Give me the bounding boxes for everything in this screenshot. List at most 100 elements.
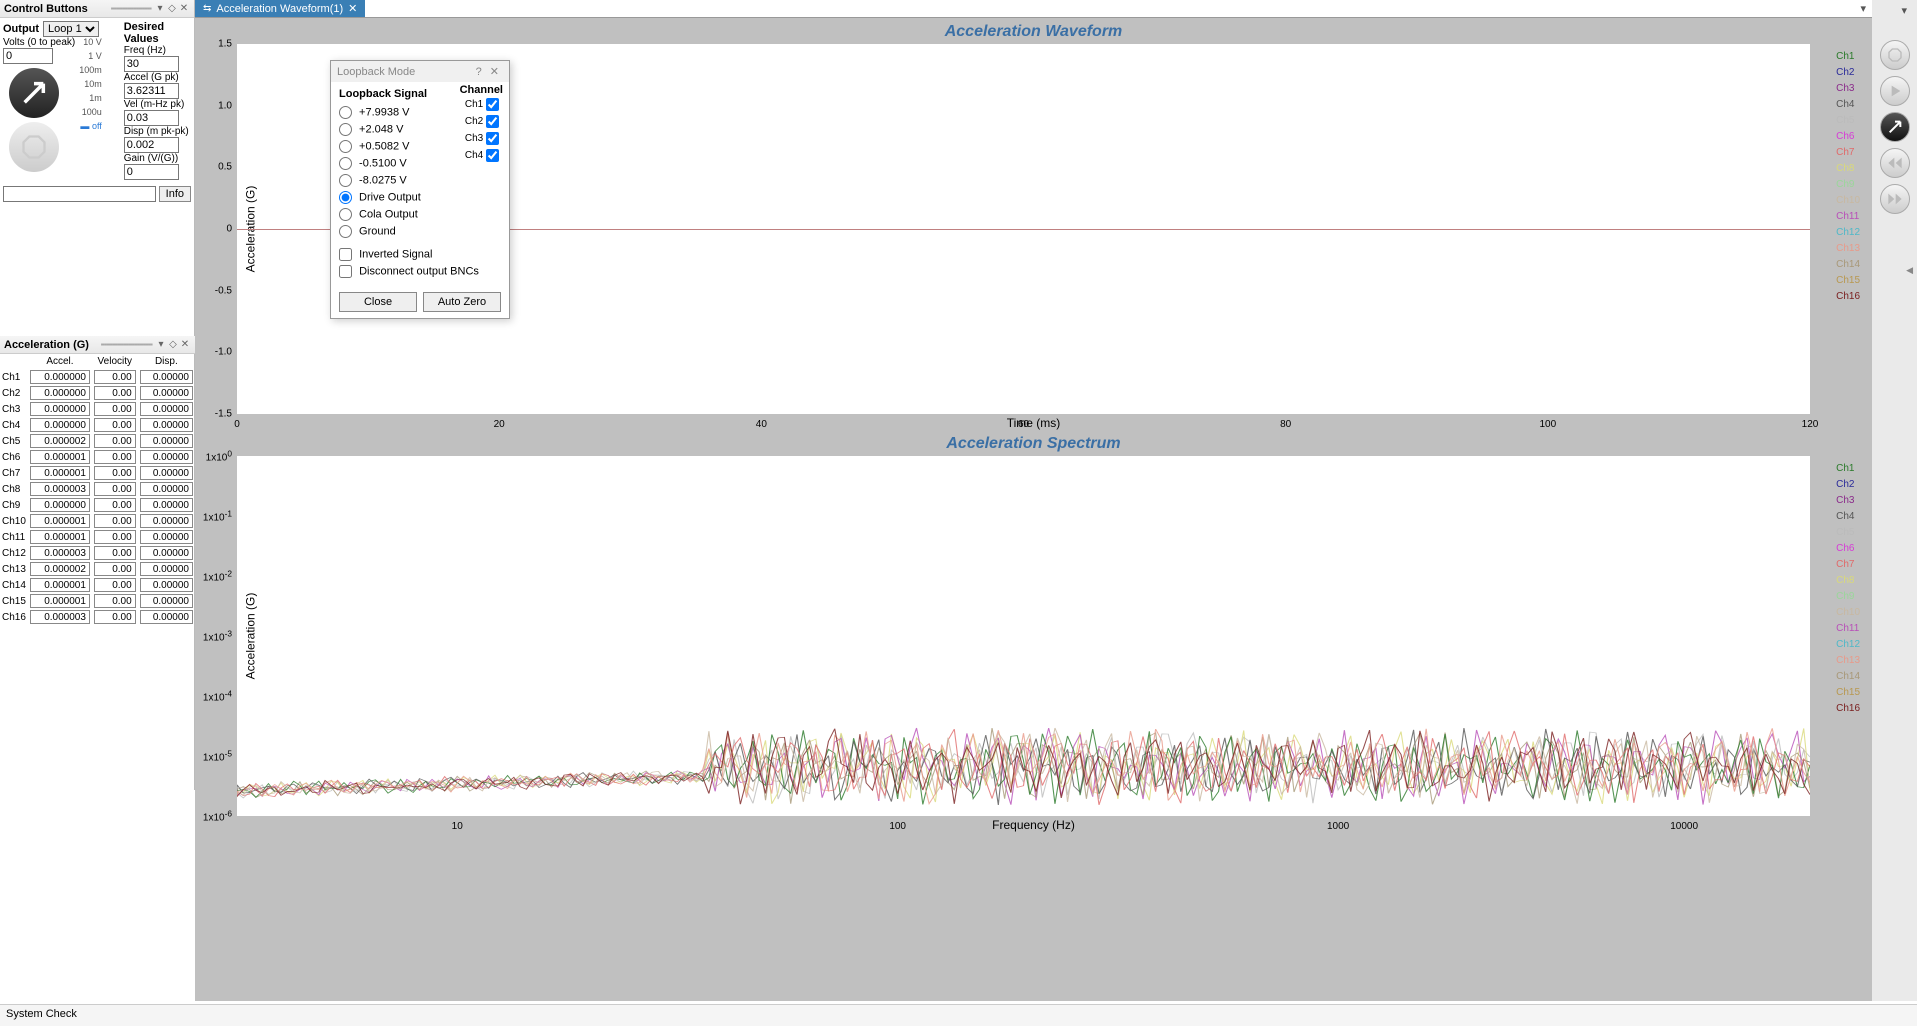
channel-checkbox[interactable]: Ch4 <box>460 147 503 164</box>
rightbar-expand-icon[interactable]: ◀ <box>1906 265 1913 276</box>
tab-close-icon[interactable]: ✕ <box>348 2 357 15</box>
legend-item[interactable]: Ch3 <box>1836 493 1860 509</box>
legend-item[interactable]: Ch6 <box>1836 541 1860 557</box>
legend-item[interactable]: Ch4 <box>1836 509 1860 525</box>
table-row: Ch1 0.000000 0.00 0.00000 <box>0 369 195 385</box>
rightbar-forward-button[interactable] <box>1880 184 1910 214</box>
dialog-title: Loopback Mode <box>337 66 472 78</box>
table-row: Ch3 0.000000 0.00 0.00000 <box>0 401 195 417</box>
legend-item[interactable]: Ch14 <box>1836 669 1860 685</box>
table-row: Ch6 0.000001 0.00 0.00000 <box>0 449 195 465</box>
panel-close-icon[interactable]: ✕ <box>179 339 191 350</box>
legend-item[interactable]: Ch9 <box>1836 589 1860 605</box>
signal-radio[interactable]: Cola Output <box>339 206 501 223</box>
chart-spectrum[interactable]: Acceleration (G) 1x1001x10-11x10-21x10-3… <box>237 456 1810 816</box>
legend-item[interactable]: Ch14 <box>1836 257 1860 273</box>
dialog-help-icon[interactable]: ? <box>472 66 486 78</box>
rightbar-run-button[interactable] <box>1880 112 1910 142</box>
legend-item[interactable]: Ch10 <box>1836 605 1860 621</box>
tabbar-menu-icon[interactable]: ▾ <box>1854 0 1872 17</box>
tab-acceleration-waveform[interactable]: ⇆ Acceleration Waveform(1) ✕ <box>195 0 365 17</box>
run-button[interactable] <box>9 68 59 118</box>
volts-input[interactable] <box>3 48 53 64</box>
legend-item[interactable]: Ch16 <box>1836 701 1860 717</box>
legend-item[interactable]: Ch15 <box>1836 685 1860 701</box>
desired-input-3[interactable] <box>124 137 179 153</box>
table-row: Ch12 0.000003 0.00 0.00000 <box>0 545 195 561</box>
loop-select[interactable]: Loop 1 <box>43 21 99 37</box>
legend-item[interactable]: Ch15 <box>1836 273 1860 289</box>
chart-waveform-title: Acceleration Waveform <box>197 20 1870 44</box>
legend-item[interactable]: Ch7 <box>1836 557 1860 573</box>
legend-item[interactable]: Ch8 <box>1836 573 1860 589</box>
rightbar-stop-button[interactable] <box>1880 40 1910 70</box>
desired-input-4[interactable] <box>124 164 179 180</box>
desired-input-2[interactable] <box>124 110 179 126</box>
table-row: Ch11 0.000001 0.00 0.00000 <box>0 529 195 545</box>
panel-dropdown-icon[interactable]: ▾ <box>154 3 166 14</box>
signal-radio[interactable]: -8.0275 V <box>339 172 501 189</box>
desired-label: Accel (G pk) <box>124 72 191 83</box>
control-panel-title: Control Buttons <box>4 3 108 15</box>
channel-checkbox[interactable]: Ch2 <box>460 113 503 130</box>
desired-label: Freq (Hz) <box>124 45 191 56</box>
acceleration-table: Accel. Velocity Disp. Ch1 0.000000 0.00 … <box>0 354 195 625</box>
table-row: Ch15 0.000001 0.00 0.00000 <box>0 593 195 609</box>
panel-close-icon[interactable]: ✕ <box>178 3 190 14</box>
legend-item[interactable]: Ch1 <box>1836 461 1860 477</box>
legend-item[interactable]: Ch13 <box>1836 653 1860 669</box>
legend-item[interactable]: Ch16 <box>1836 289 1860 305</box>
dialog-autozero-button[interactable]: Auto Zero <box>423 292 501 312</box>
legend-item[interactable]: Ch1 <box>1836 49 1860 65</box>
legend-item[interactable]: Ch3 <box>1836 81 1860 97</box>
dialog-close-button[interactable]: Close <box>339 292 417 312</box>
legend-item[interactable]: Ch8 <box>1836 161 1860 177</box>
panel-dropdown-icon[interactable]: ▾ <box>155 339 167 350</box>
loopback-dialog: Loopback Mode ? ✕ Loopback Signal +7.993… <box>330 60 510 319</box>
status-bar: System Check <box>0 1004 1917 1026</box>
table-row: Ch5 0.000002 0.00 0.00000 <box>0 433 195 449</box>
accel-panel-header: Acceleration (G) ▪▪▪▪▪▪▪▪▪▪▪▪▪▪▪▪▪▪▪▪▪▪▪… <box>0 336 195 354</box>
channel-checkbox[interactable]: Ch1 <box>460 96 503 113</box>
link-icon: ⇆ <box>203 3 211 14</box>
stop-button[interactable] <box>9 122 59 172</box>
legend-item[interactable]: Ch2 <box>1836 477 1860 493</box>
legend-item[interactable]: Ch4 <box>1836 97 1860 113</box>
legend-item[interactable]: Ch13 <box>1836 241 1860 257</box>
legend-item[interactable]: Ch12 <box>1836 225 1860 241</box>
channel-checkbox[interactable]: Ch3 <box>460 130 503 147</box>
legend-item[interactable]: Ch10 <box>1836 193 1860 209</box>
chart-spectrum-title: Acceleration Spectrum <box>197 432 1870 456</box>
legend-item[interactable]: Ch6 <box>1836 129 1860 145</box>
control-panel-header: Control Buttons ▪▪▪▪▪▪▪▪▪▪▪▪▪▪▪▪▪▪▪▪▪▪ ▾… <box>0 0 194 18</box>
desired-label: Gain (V/(G)) <box>124 153 191 164</box>
info-button[interactable]: Info <box>159 186 191 202</box>
legend-item[interactable]: Ch12 <box>1836 637 1860 653</box>
legend-item[interactable]: Ch7 <box>1836 145 1860 161</box>
rightbar-menu-icon[interactable]: ▾ <box>1895 2 1913 19</box>
legend-item[interactable]: Ch2 <box>1836 65 1860 81</box>
rightbar-play-button[interactable] <box>1880 76 1910 106</box>
desired-input-0[interactable] <box>124 56 179 72</box>
rightbar-rewind-button[interactable] <box>1880 148 1910 178</box>
legend-item[interactable]: Ch11 <box>1836 621 1860 637</box>
dialog-close-icon[interactable]: ✕ <box>486 65 503 78</box>
desired-input-1[interactable] <box>124 83 179 99</box>
output-label: Output <box>3 23 39 35</box>
legend-item[interactable]: Ch11 <box>1836 209 1860 225</box>
legend-item[interactable]: Ch5 <box>1836 113 1860 129</box>
legend-item[interactable]: Ch9 <box>1836 177 1860 193</box>
table-row: Ch4 0.000000 0.00 0.00000 <box>0 417 195 433</box>
table-row: Ch2 0.000000 0.00 0.00000 <box>0 385 195 401</box>
panel-pin-icon[interactable]: ◇ <box>166 3 178 14</box>
panel-pin-icon[interactable]: ◇ <box>167 339 179 350</box>
signal-radio[interactable]: Drive Output <box>339 189 501 206</box>
signal-radio[interactable]: Ground <box>339 223 501 240</box>
legend-item[interactable]: Ch5 <box>1836 525 1860 541</box>
disconnect-checkbox[interactable]: Disconnect output BNCs <box>339 263 501 280</box>
desired-label: Disp (m pk-pk) <box>124 126 191 137</box>
inverted-checkbox[interactable]: Inverted Signal <box>339 246 501 263</box>
desired-label: Vel (m-Hz pk) <box>124 99 191 110</box>
info-input[interactable] <box>3 186 156 202</box>
gain-scale[interactable]: 10 V 1 V 100m 10m 1m 100u ▬ off <box>79 37 102 176</box>
